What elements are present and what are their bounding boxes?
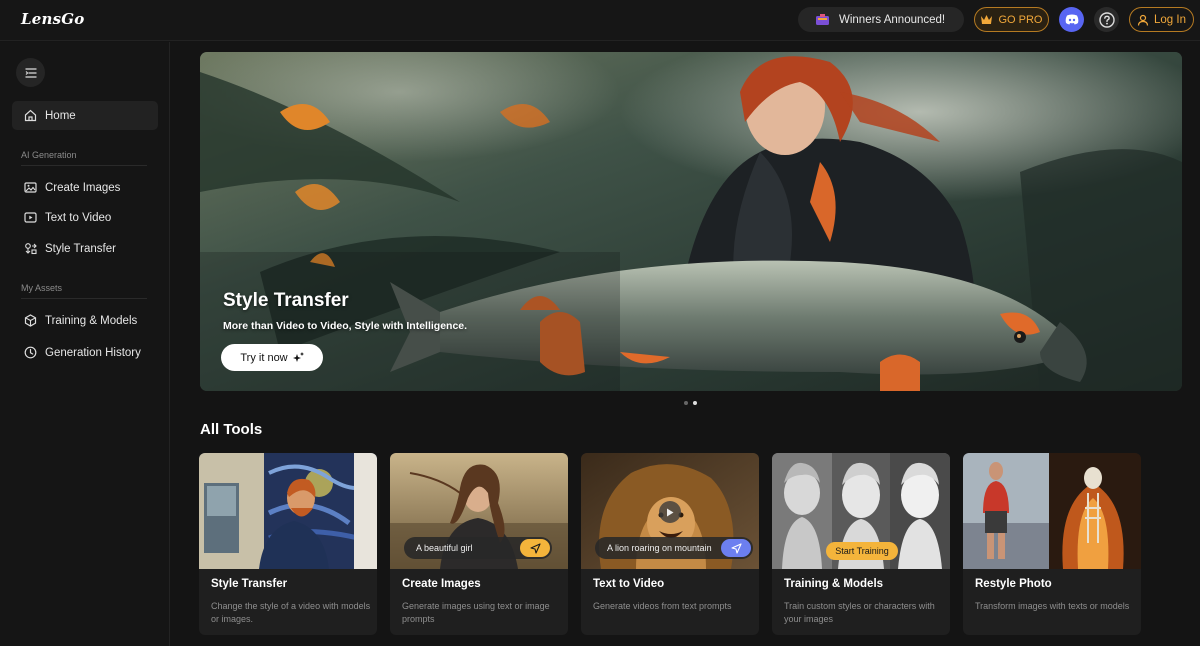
- sidebar-item-home[interactable]: Home: [12, 101, 158, 130]
- try-it-now-button[interactable]: Try it now: [221, 344, 323, 371]
- sidebar-item-label: Create Images: [45, 181, 121, 194]
- sidebar-item-label: Text to Video: [45, 211, 112, 224]
- crown-icon: [981, 15, 993, 24]
- go-pro-label: GO PRO: [998, 13, 1043, 26]
- section-label-my-assets: My Assets: [21, 283, 63, 293]
- home-icon: [24, 109, 37, 122]
- sidebar-item-label: Home: [45, 109, 76, 122]
- app-logo[interactable]: LensGo: [21, 10, 84, 28]
- card-title: Restyle Photo: [975, 578, 1052, 590]
- video-icon: [24, 212, 37, 223]
- sidebar-item-style-transfer[interactable]: Style Transfer: [12, 234, 158, 263]
- help-button[interactable]: [1094, 7, 1119, 32]
- sidebar-item-generation-history[interactable]: Generation History: [12, 338, 158, 367]
- card-title: Text to Video: [593, 578, 665, 590]
- sidebar-item-label: Training & Models: [45, 314, 138, 327]
- go-pro-button[interactable]: GO PRO: [974, 7, 1049, 32]
- top-bar: LensGo Winners Announced! GO PRO Log In: [0, 0, 1200, 41]
- menu-icon: [24, 67, 37, 78]
- style-transfer-icon: [25, 243, 37, 255]
- collapse-sidebar-button[interactable]: [16, 58, 45, 87]
- card-description: Change the style of a video with models …: [211, 601, 371, 624]
- card-description: Generate images using text or image prom…: [402, 601, 550, 624]
- hero-subtitle: More than Video to Video, Style with Int…: [223, 320, 468, 332]
- send-button: [520, 539, 550, 557]
- prompt-input-preview: A beautiful girl: [404, 537, 552, 559]
- cube-icon: [24, 314, 37, 327]
- sparkle-icon: [292, 352, 304, 362]
- discord-icon: [1065, 14, 1078, 25]
- tool-card-text-to-video[interactable]: A lion roaring on mountain Text to Video…: [581, 453, 759, 635]
- prompt-text: A beautiful girl: [416, 543, 473, 553]
- discord-button[interactable]: [1059, 7, 1084, 32]
- tool-card-restyle-photo[interactable]: Restyle Photo Transform images with text…: [963, 453, 1141, 635]
- sidebar: Home AI Generation Create Images Text to…: [0, 42, 170, 646]
- send-icon: [730, 542, 742, 554]
- send-icon: [529, 542, 541, 554]
- play-button[interactable]: [659, 501, 681, 523]
- card-title: Training & Models: [784, 578, 884, 590]
- prompt-text: A lion roaring on mountain: [607, 543, 712, 553]
- image-icon: [24, 182, 37, 193]
- card-title: Style Transfer: [211, 578, 288, 590]
- sidebar-item-text-to-video[interactable]: Text to Video: [12, 203, 158, 232]
- start-training-badge: Start Training: [826, 542, 898, 560]
- tool-card-style-transfer[interactable]: Style Transfer Change the style of a vid…: [199, 453, 377, 635]
- sidebar-item-label: Style Transfer: [45, 242, 116, 255]
- tool-card-create-images[interactable]: A beautiful girl Create Images Generate …: [390, 453, 568, 635]
- carousel-dot[interactable]: [684, 401, 688, 405]
- restyle-photo-thumbnail: [963, 453, 1141, 569]
- sidebar-item-label: Generation History: [45, 346, 141, 359]
- divider: [21, 165, 147, 166]
- login-button[interactable]: Log In: [1129, 7, 1194, 32]
- winners-label: Winners Announced!: [839, 13, 946, 26]
- carousel-dots: [684, 401, 697, 405]
- login-label: Log In: [1154, 13, 1186, 26]
- card-title: Create Images: [402, 578, 481, 590]
- try-it-now-label: Try it now: [240, 351, 288, 364]
- prompt-input-preview: A lion roaring on mountain: [595, 537, 753, 559]
- question-icon: [1098, 11, 1115, 28]
- trophy-icon: [816, 14, 829, 25]
- send-button: [721, 539, 751, 557]
- carousel-dot-active[interactable]: [693, 401, 697, 405]
- card-description: Train custom styles or characters with y…: [784, 601, 935, 624]
- card-description: Generate videos from text prompts: [593, 601, 732, 611]
- style-transfer-thumbnail: [199, 453, 377, 569]
- sidebar-item-training-models[interactable]: Training & Models: [12, 306, 158, 335]
- user-icon: [1137, 14, 1149, 26]
- card-description: Transform images with texts or models: [975, 601, 1130, 611]
- winners-announced-button[interactable]: Winners Announced!: [798, 7, 964, 32]
- divider: [21, 298, 147, 299]
- hero-title: Style Transfer: [223, 290, 349, 311]
- sidebar-item-create-images[interactable]: Create Images: [12, 173, 158, 202]
- hero-artwork-image: [200, 52, 1182, 391]
- tool-card-training-models[interactable]: Start Training Training & Models Train c…: [772, 453, 950, 635]
- play-icon: [667, 508, 674, 516]
- section-label-ai-generation: AI Generation: [21, 150, 77, 160]
- all-tools-heading: All Tools: [200, 421, 263, 438]
- clock-icon: [24, 346, 37, 359]
- hero-banner[interactable]: Style Transfer More than Video to Video,…: [200, 52, 1182, 391]
